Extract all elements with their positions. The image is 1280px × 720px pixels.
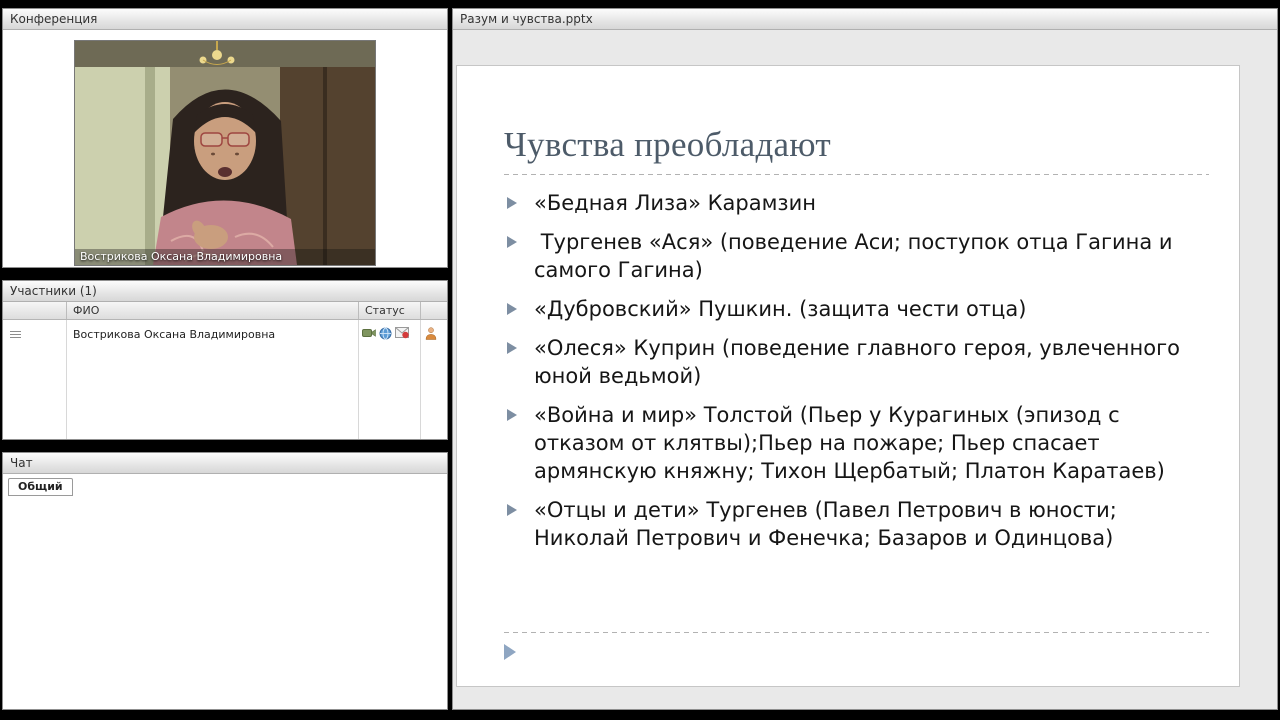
column-handle-header — [3, 302, 67, 319]
slide-title: Чувства преобладают — [504, 125, 831, 164]
participants-panel-header: Участники (1) — [3, 281, 447, 302]
slide-footer — [504, 632, 1209, 660]
slide-bullet: «Олеся» Куприн (поведение главного героя… — [504, 334, 1209, 390]
participant-role-cell — [421, 320, 447, 439]
column-status-header: Статус — [359, 302, 421, 319]
slide: Чувства преобладают «Бедная Лиза» Карамз… — [456, 65, 1240, 687]
participants-panel: Участники (1) ФИО Статус Вострикова Окса… — [2, 280, 448, 440]
webinar-window: { "conference": { "title": "Конференция"… — [0, 0, 1280, 720]
video-caption: Вострикова Оксана Владимировна — [75, 249, 375, 265]
bullet-text: «Бедная Лиза» Карамзин — [534, 191, 816, 215]
presentation-panel: Разум и чувства.pptx Чувства преобладают… — [452, 8, 1278, 710]
presentation-title: Разум и чувства.pptx — [460, 12, 593, 26]
bullet-icon — [507, 409, 517, 421]
slide-bullet: «Война и мир» Толстой (Пьер у Курагиных … — [504, 401, 1209, 485]
bullet-text: Тургенев «Ася» (поведение Аси; поступок … — [534, 230, 1180, 282]
bullet-icon — [507, 303, 517, 315]
webcam-video-placeholder — [75, 41, 375, 265]
drag-handle-icon[interactable] — [10, 329, 21, 340]
bullet-text: «Дубровский» Пушкин. (защита чести отца) — [534, 297, 1027, 321]
slide-bullet-list: «Бедная Лиза» Карамзин Тургенев «Ася» (п… — [504, 189, 1209, 552]
chat-panel-header: Чат — [3, 453, 447, 474]
participants-table: ФИО Статус Вострикова Оксана Владимировн… — [3, 302, 447, 439]
participant-handle-cell — [3, 320, 67, 439]
bullet-text: «Война и мир» Толстой (Пьер у Курагиных … — [534, 403, 1165, 483]
slide-bullet: Тургенев «Ася» (поведение Аси; поступок … — [504, 228, 1209, 284]
participant-status-cell — [359, 320, 421, 439]
chat-panel-title: Чат — [10, 456, 33, 470]
user-role-icon — [425, 327, 437, 340]
chat-messages-area — [3, 499, 447, 709]
mail-status-icon[interactable] — [395, 327, 409, 339]
title-divider — [504, 174, 1209, 175]
chat-panel: Чат Общий — [2, 452, 448, 710]
column-name-header: ФИО — [67, 302, 359, 319]
bullet-icon — [507, 342, 517, 354]
bullet-icon — [507, 236, 517, 248]
footer-bullet-icon — [504, 644, 516, 660]
column-extra-header — [421, 302, 447, 319]
presentation-panel-header: Разум и чувства.pptx — [453, 9, 1277, 30]
participant-row[interactable]: Вострикова Оксана Владимировна — [3, 320, 447, 439]
conference-panel-title: Конференция — [10, 12, 98, 26]
participants-table-header: ФИО Статус — [3, 302, 447, 320]
webcam-video[interactable]: Вострикова Оксана Владимировна — [74, 40, 376, 266]
conference-panel: Конференция Вострикова Оксана Владимиров… — [2, 8, 448, 268]
chat-tab-general[interactable]: Общий — [8, 478, 73, 496]
slide-bullet: «Отцы и дети» Тургенев (Павел Петрович в… — [504, 496, 1209, 552]
conference-panel-header: Конференция — [3, 9, 447, 30]
slide-bullet: «Бедная Лиза» Карамзин — [504, 189, 1209, 217]
participant-name: Вострикова Оксана Владимировна — [67, 320, 359, 439]
footer-divider — [504, 632, 1209, 633]
bullet-text: «Олеся» Куприн (поведение главного героя… — [534, 336, 1187, 388]
bullet-icon — [507, 504, 517, 516]
bullet-icon — [507, 197, 517, 209]
bullet-text: «Отцы и дети» Тургенев (Павел Петрович в… — [534, 498, 1124, 550]
network-status-icon[interactable] — [379, 327, 392, 340]
webcam-status-icon[interactable] — [362, 327, 376, 339]
slide-bullet: «Дубровский» Пушкин. (защита чести отца) — [504, 295, 1209, 323]
participants-panel-title: Участники (1) — [10, 284, 97, 298]
